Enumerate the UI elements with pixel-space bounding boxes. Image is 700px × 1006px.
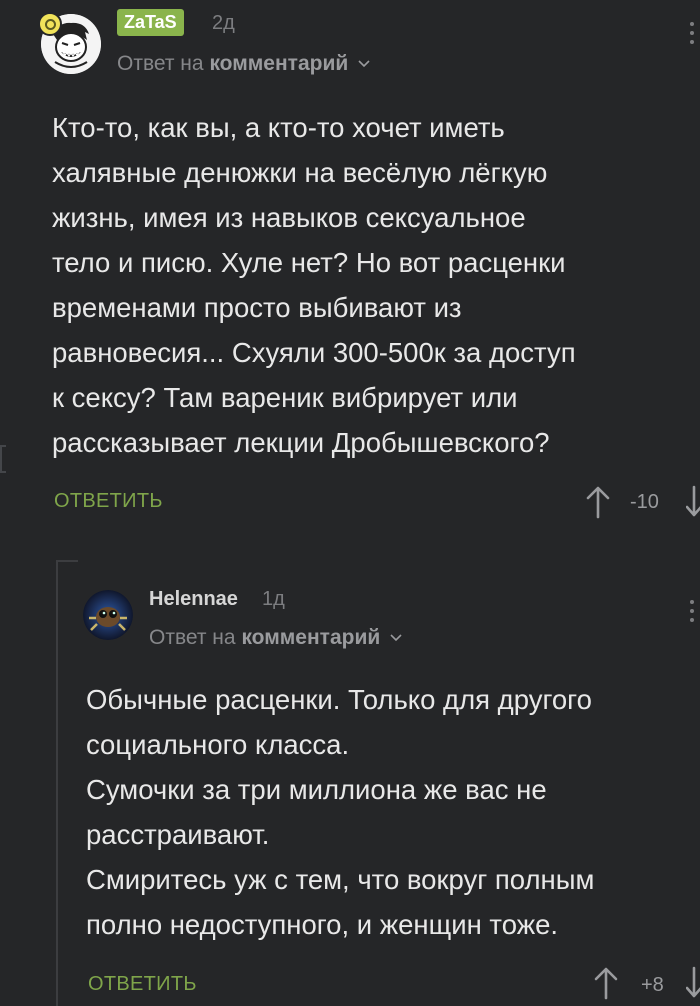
arrow-down-icon[interactable] [686,966,700,1000]
reply-to-prefix: Ответ на [117,52,204,75]
comment-text: Кто-то, как вы, а кто-то хочет иметь хал… [52,105,692,465]
arrow-down-icon[interactable] [686,485,700,519]
comment-time: 2д [212,12,235,34]
more-menu-icon[interactable] [690,600,694,622]
text-line: к сексу? Там вареник вибрирует или [52,382,518,413]
author-status-dot [38,12,62,36]
arrow-up-icon[interactable] [585,485,611,519]
text-line: Обычные расценки. Только для другого [86,684,592,715]
nested-thread-connector [56,560,78,562]
text-line: полно недоступного, и женщин тоже. [86,909,559,940]
text-line: Кто-то, как вы, а кто-то хочет иметь [52,112,505,143]
arrow-up-icon[interactable] [593,966,619,1000]
text-line: Сумочки за три миллиона же вас не [86,774,547,805]
comment-time: 1д [262,588,285,610]
reply-button[interactable]: ОТВЕТИТЬ [88,973,197,996]
reply-to-target: комментарий [209,52,349,75]
text-line: временами просто выбивают из [52,292,462,323]
rating-value: -10 [630,491,659,513]
text-line: жизнь, имея из навыков сексуальное [52,202,526,233]
text-line: равновесия... Схуяли 300-500к за доступ [52,337,576,368]
reply-to-prefix: Ответ на [149,626,236,649]
reply-to-link[interactable]: Ответ на комментарий [117,52,371,76]
avatar-helennae[interactable] [83,590,133,640]
reply-to-link[interactable]: Ответ на комментарий [149,626,403,650]
text-line: расстраивают. [86,819,270,850]
author-name[interactable]: ZaTaS [117,9,184,36]
chevron-down-icon [358,60,370,68]
more-menu-icon[interactable] [690,22,694,44]
text-line: тело и писю. Хуле нет? Но вот расценки [52,247,566,278]
rating-value: +8 [641,974,664,996]
text-line: рассказывает лекции Дробышевского? [52,427,550,458]
nested-thread-line [56,560,58,1006]
thread-line [0,445,6,473]
reply-to-target: комментарий [241,626,381,649]
author-name[interactable]: Helennae [149,588,238,611]
text-line: социального класса. [86,729,350,760]
comment-text: Обычные расценки. Только для другого соц… [86,677,696,947]
text-line: халявные денюжки на весёлую лёгкую [52,157,548,188]
text-line: Смиритесь уж с тем, что вокруг полным [86,864,595,895]
reply-button[interactable]: ОТВЕТИТЬ [54,490,163,513]
chevron-down-icon [390,634,402,642]
